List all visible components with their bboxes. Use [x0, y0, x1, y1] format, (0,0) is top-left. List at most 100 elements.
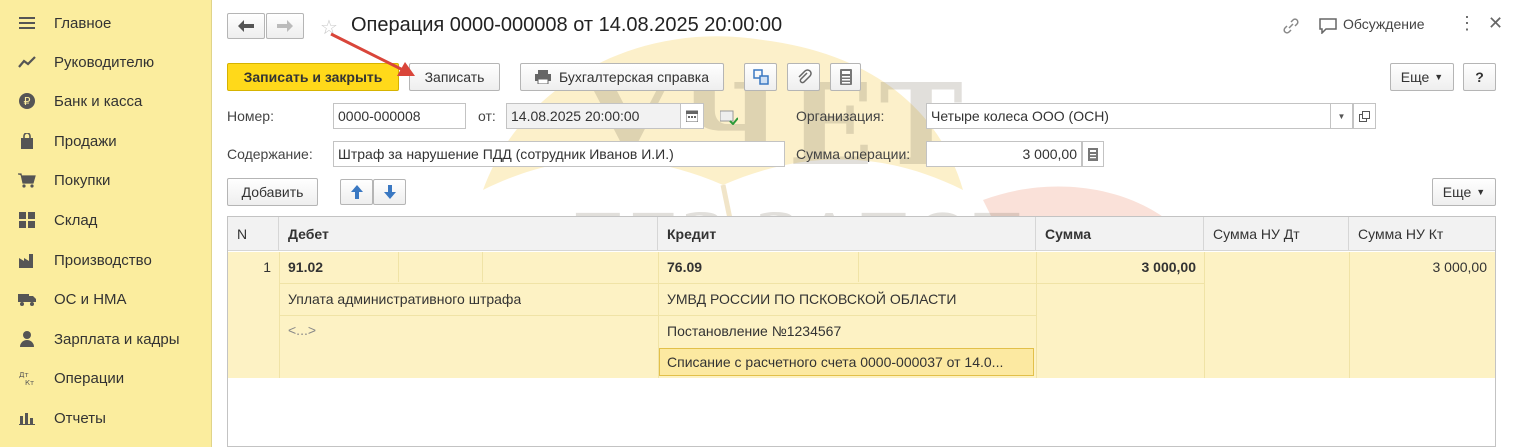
organization-open-button[interactable] — [1353, 103, 1376, 129]
debit-account-cell[interactable]: 91.02 — [288, 252, 323, 282]
credit-subconto-1-cell[interactable]: УМВД РОССИИ ПО ПСКОВСКОЙ ОБЛАСТИ — [667, 284, 956, 314]
sidebar-item-warehouse[interactable]: Склад — [0, 203, 212, 237]
discussion-link[interactable]: Обсуждение — [1343, 16, 1425, 32]
accounting-note-button[interactable]: Бухгалтерская справка — [520, 63, 724, 91]
sidebar-item-label: ОС и НМА — [54, 290, 127, 308]
table-more-button[interactable]: Еще ▼ — [1432, 178, 1496, 206]
sidebar: Главное Руководителю ₽ Банк и касса Прод… — [0, 0, 212, 447]
date-label: от: — [478, 108, 496, 124]
sidebar-item-sales[interactable]: Продажи — [0, 124, 212, 158]
chevron-down-icon: ▼ — [1434, 72, 1444, 82]
entries-table: N Дебет Кредит Сумма Сумма НУ Дт Сумма Н… — [227, 216, 1496, 447]
divider — [1036, 283, 1204, 284]
svg-text:Кт: Кт — [25, 379, 34, 386]
sum-cell[interactable]: 3 000,00 — [1036, 252, 1197, 282]
divider — [398, 252, 399, 282]
more-button[interactable]: Еще ▼ — [1390, 63, 1454, 91]
organization-label: Организация: — [796, 108, 885, 124]
operation-sum-field[interactable]: 3 000,00 — [926, 141, 1082, 167]
number-field[interactable]: 0000-000008 — [333, 103, 466, 129]
help-button[interactable]: ? — [1463, 63, 1496, 91]
sidebar-item-label: Зарплата и кадры — [54, 330, 180, 348]
column-header-sum-nu-kt[interactable]: Сумма НУ Кт — [1349, 217, 1495, 251]
column-header-sum[interactable]: Сумма — [1036, 217, 1204, 251]
ruble-icon: ₽ — [18, 92, 36, 110]
sidebar-item-reports[interactable]: Отчеты — [0, 401, 212, 435]
sidebar-item-label: Операции — [54, 369, 125, 387]
menu-icon — [18, 14, 36, 32]
number-label: Номер: — [227, 108, 274, 124]
accounting-note-label: Бухгалтерская справка — [559, 69, 709, 85]
arrow-down-icon — [383, 185, 396, 199]
sum-calculator-button[interactable] — [1082, 141, 1104, 167]
chevron-down-icon: ▼ — [1476, 187, 1486, 197]
debit-subconto-2-cell[interactable]: <...> — [288, 316, 316, 344]
operation-sum-label: Сумма операции: — [796, 146, 911, 162]
sidebar-item-label: Покупки — [54, 171, 111, 189]
calculator-icon — [839, 69, 852, 85]
structure-icon — [752, 69, 769, 85]
divider — [1204, 252, 1205, 378]
column-header-credit[interactable]: Кредит — [658, 217, 1036, 251]
sidebar-item-label: Руководителю — [54, 53, 155, 71]
bar-chart-icon — [18, 409, 36, 427]
sidebar-item-label: Отчеты — [54, 409, 106, 427]
sidebar-item-label: Банк и касса — [54, 92, 143, 110]
sidebar-item-label: Склад — [54, 211, 98, 229]
sidebar-item-operations[interactable]: Дт Кт Операции — [0, 361, 212, 395]
divider — [279, 315, 1036, 316]
credit-account-cell[interactable]: 76.09 — [667, 252, 702, 282]
more-label: Еще — [1400, 69, 1430, 85]
sidebar-item-label: Продажи — [54, 132, 117, 150]
organization-dropdown-button[interactable]: ▼ — [1330, 103, 1353, 129]
credit-subconto-3-cell[interactable]: Списание с расчетного счета 0000-000037 … — [659, 348, 1034, 376]
sidebar-item-salary[interactable]: Зарплата и кадры — [0, 322, 212, 356]
calculator-icon — [1088, 147, 1098, 161]
move-up-button[interactable] — [340, 179, 373, 205]
sidebar-item-manager[interactable]: Руководителю — [0, 45, 212, 79]
arrow-up-icon — [350, 185, 363, 199]
move-down-button[interactable] — [373, 179, 406, 205]
trend-icon — [18, 53, 36, 71]
sidebar-item-label: Производство — [54, 251, 152, 269]
column-header-debit[interactable]: Дебет — [279, 217, 658, 251]
chevron-down-icon: ▼ — [1337, 111, 1346, 121]
calculator-button[interactable] — [830, 63, 861, 91]
credit-subconto-2-cell[interactable]: Постановление №1234567 — [667, 316, 841, 346]
column-header-n[interactable]: N — [228, 217, 279, 251]
warehouse-icon — [18, 211, 36, 229]
calendar-button[interactable] — [680, 103, 704, 129]
person-icon — [18, 330, 36, 348]
attach-button[interactable] — [787, 63, 820, 91]
date-field[interactable]: 14.08.2025 20:00:00 — [506, 103, 681, 129]
add-row-button[interactable]: Добавить — [227, 178, 318, 206]
calendar-icon — [686, 110, 698, 122]
table-more-label: Еще — [1442, 184, 1472, 200]
truck-icon — [18, 290, 36, 308]
cart-icon — [18, 171, 36, 189]
more-vertical-icon[interactable]: ⋮ — [1458, 13, 1476, 34]
link-icon[interactable] — [1282, 17, 1300, 35]
document-status-icon — [720, 110, 738, 125]
organization-field[interactable]: Четыре колеса ООО (ОСН) — [926, 103, 1353, 129]
sidebar-item-assets[interactable]: ОС и НМА — [0, 282, 212, 316]
sidebar-item-production[interactable]: Производство — [0, 243, 212, 277]
row-number: 1 — [263, 259, 271, 275]
sidebar-item-purchases[interactable]: Покупки — [0, 163, 212, 197]
factory-icon — [18, 251, 36, 269]
sidebar-item-main[interactable]: Главное — [0, 6, 212, 40]
sidebar-item-bank[interactable]: ₽ Банк и касса — [0, 84, 212, 118]
debit-subconto-1-cell[interactable]: Уплата административного штрафа — [288, 284, 521, 314]
content-field[interactable]: Штраф за нарушение ПДД (сотрудник Иванов… — [333, 141, 785, 167]
discussion-icon — [1319, 18, 1337, 34]
close-icon[interactable]: ✕ — [1488, 13, 1503, 34]
forward-button[interactable] — [266, 13, 304, 39]
back-button[interactable] — [227, 13, 265, 39]
sum-nu-kt-cell[interactable]: 3 000,00 — [1349, 252, 1488, 282]
structure-button[interactable] — [744, 63, 777, 91]
dt-kt-icon: Дт Кт — [18, 369, 36, 387]
paperclip-icon — [797, 69, 812, 84]
column-header-sum-nu-dt[interactable]: Сумма НУ Дт — [1204, 217, 1349, 251]
open-window-icon — [1359, 110, 1370, 122]
sidebar-item-label: Главное — [54, 14, 112, 32]
